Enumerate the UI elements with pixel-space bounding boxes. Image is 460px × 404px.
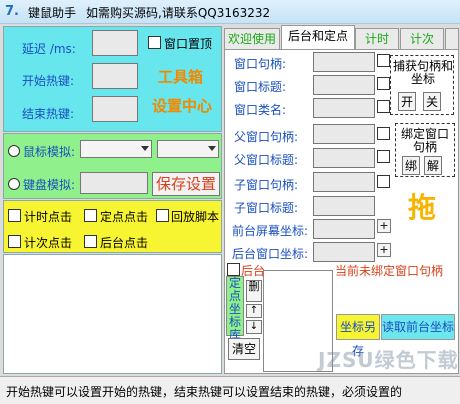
window-class-checkbox[interactable]	[377, 100, 390, 113]
parent-title-field[interactable]	[313, 148, 375, 168]
keyboard-key-input[interactable]	[80, 172, 148, 194]
mouse-sim-label: 鼠标模拟:	[23, 145, 76, 159]
app-icon: 7.	[5, 4, 19, 19]
fixed-click-checkbox[interactable]	[84, 209, 97, 222]
window-title-checkbox[interactable]	[377, 77, 390, 90]
window-class-label: 窗口类名:	[234, 103, 287, 117]
capture-on-button[interactable]: 开	[398, 92, 416, 111]
window-subtitle: 如需购买源码,请联系QQ3163232	[86, 6, 271, 20]
mouse-sim-radio[interactable]	[8, 145, 20, 157]
keyboard-sim-radio[interactable]	[8, 178, 20, 190]
bg-window-coord-field[interactable]	[313, 242, 375, 262]
end-hotkey-input[interactable]	[92, 96, 138, 122]
capture-box-title: 捕获句柄和坐标	[393, 59, 454, 86]
topmost-label: 窗口置顶	[164, 37, 213, 51]
watermark: JZSU绿色下载	[318, 348, 459, 372]
end-hotkey-label: 结束热键:	[22, 107, 75, 121]
parent-handle-field[interactable]	[313, 124, 375, 144]
bg-window-coord-label: 后台窗口坐标:	[232, 247, 309, 261]
window-title-label: 窗口标题:	[234, 80, 287, 94]
save-settings-button[interactable]: 保存设置	[152, 172, 220, 196]
bg-coord-add-button[interactable]: +	[377, 243, 391, 257]
fg-screen-coord-field[interactable]	[313, 219, 375, 239]
tab-scroll-right[interactable]	[445, 28, 459, 49]
tab-background-fixed[interactable]: 后台和定点	[281, 25, 355, 49]
chevron-down-icon	[141, 146, 149, 151]
child-handle-label: 子窗口句柄:	[234, 178, 299, 192]
window-handle-checkbox[interactable]	[377, 54, 390, 67]
status-text: 开始热键可以设置开始的热键，结束热键可以设置结束的热键，必须设置的	[6, 385, 403, 399]
clear-button[interactable]: 清空	[228, 338, 260, 360]
start-hotkey-label: 开始热键:	[22, 74, 75, 88]
capture-off-button[interactable]: 关	[423, 92, 441, 111]
bind-button[interactable]: 绑	[402, 156, 420, 175]
mouse-action-select[interactable]	[80, 140, 152, 158]
unbound-notice: 当前未绑定窗口句柄	[335, 264, 444, 278]
delay-input[interactable]	[92, 30, 138, 56]
parent-handle-label: 父窗口句柄:	[234, 130, 299, 144]
unbind-button[interactable]: 解	[424, 156, 442, 175]
window-title: 键鼠助手	[28, 6, 77, 20]
replay-script-label: 回放脚本	[171, 210, 220, 224]
parent-title-checkbox[interactable]	[377, 150, 390, 163]
child-handle-checkbox[interactable]	[377, 175, 390, 188]
window-handle-field[interactable]	[313, 52, 375, 72]
fg-screen-coord-label: 前台屏幕坐标:	[232, 224, 309, 238]
window-handle-label: 窗口句柄:	[234, 57, 287, 71]
move-up-button[interactable]: ↑	[246, 304, 262, 318]
fg-coord-add-button[interactable]: +	[377, 219, 391, 233]
window-class-field[interactable]	[313, 98, 375, 118]
delay-label: 延迟 /ms:	[22, 42, 76, 56]
parent-handle-checkbox[interactable]	[377, 127, 390, 140]
window-title-field[interactable]	[313, 75, 375, 95]
replay-script-checkbox[interactable]	[156, 209, 169, 222]
mouse-button-select[interactable]	[157, 140, 219, 158]
topmost-checkbox[interactable]	[148, 36, 161, 49]
background-label: 后台	[241, 264, 266, 278]
fixed-click-label: 定点点击	[100, 210, 149, 224]
background-checkbox[interactable]	[227, 263, 240, 276]
keyboard-sim-label: 键盘模拟:	[23, 178, 76, 192]
read-bg-coord-button[interactable]: 读取前台坐标	[381, 314, 455, 340]
child-handle-field[interactable]	[313, 172, 375, 192]
child-title-label: 子窗口标题:	[234, 201, 299, 215]
background-click-label: 后台点击	[100, 236, 149, 250]
timed-click-label: 计时点击	[24, 210, 73, 224]
move-down-button[interactable]: ↓	[246, 320, 262, 334]
fixed-coord-library-label: 定点坐标库	[226, 276, 244, 342]
toolbox-title-line2: 设置中心	[152, 97, 213, 115]
chevron-down-icon	[208, 146, 216, 151]
count-click-label: 计次点击	[24, 236, 73, 250]
log-area[interactable]	[3, 254, 222, 374]
background-click-checkbox[interactable]	[84, 235, 97, 248]
tab-timer[interactable]: 计时	[355, 28, 399, 49]
drag-target[interactable]: 拖	[408, 186, 436, 226]
title-bar: 7. 键鼠助手 如需购买源码,请联系QQ3163232	[0, 0, 460, 24]
child-title-field[interactable]	[313, 196, 375, 216]
start-hotkey-input[interactable]	[92, 63, 138, 89]
tab-counter[interactable]: 计次	[400, 28, 444, 49]
toolbox-title-line1: 工具箱	[158, 68, 204, 86]
bind-box-title: 绑定窗口句柄	[400, 127, 449, 154]
parent-title-label: 父窗口标题:	[234, 153, 299, 167]
status-bar: 开始热键可以设置开始的热键，结束热键可以设置结束的热键，必须设置的	[0, 376, 460, 404]
tab-welcome[interactable]: 欢迎使用	[224, 28, 280, 49]
count-click-checkbox[interactable]	[8, 235, 21, 248]
coord-save-as-button[interactable]: 坐标另存	[336, 314, 380, 358]
timed-click-checkbox[interactable]	[8, 209, 21, 222]
delete-button[interactable]: 删	[246, 280, 262, 302]
